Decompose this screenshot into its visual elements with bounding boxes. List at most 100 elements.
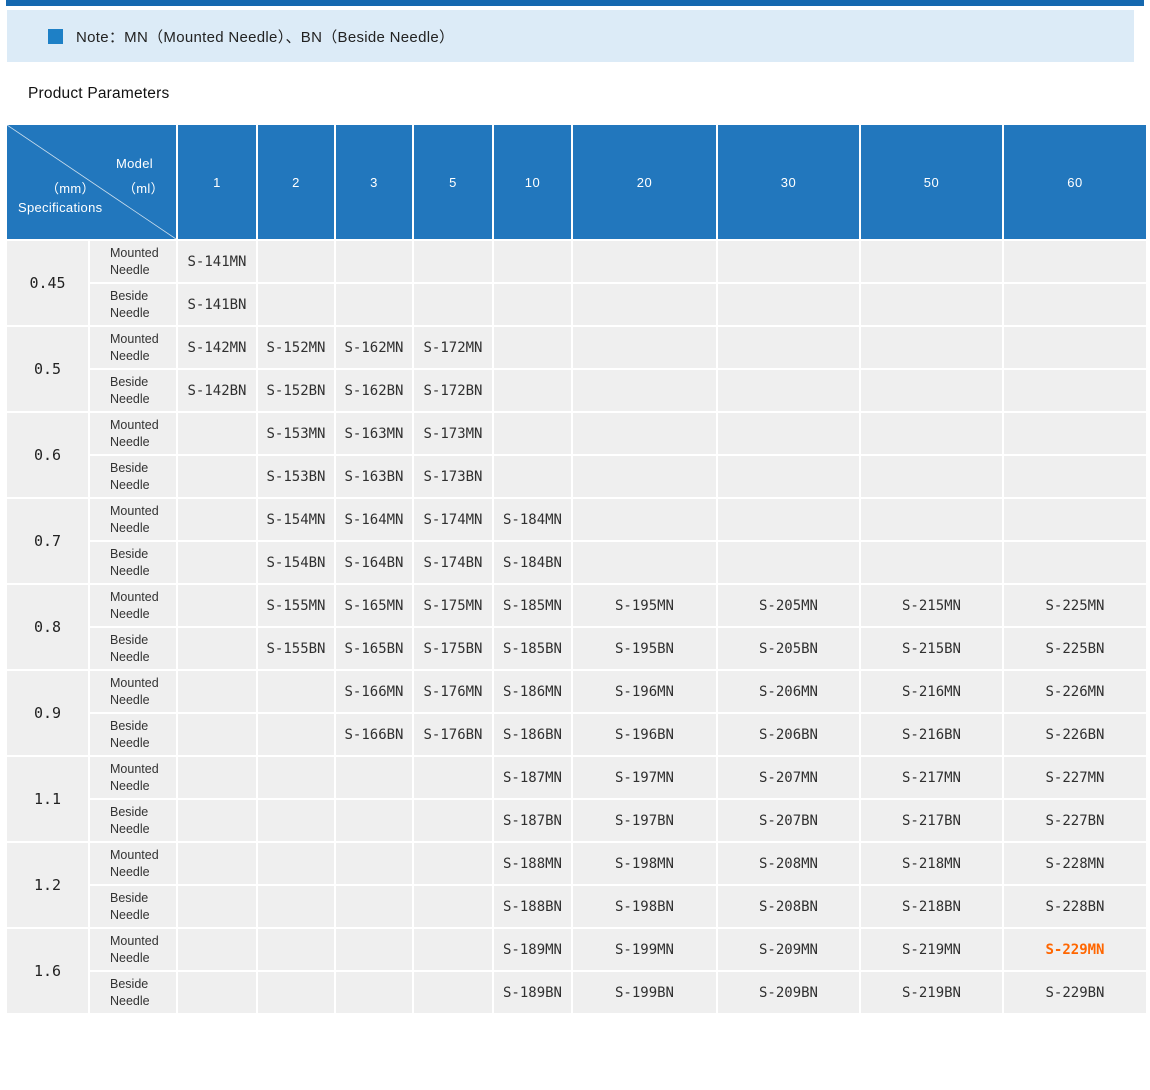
- empty-cell: [718, 413, 859, 454]
- column-header-50ml: 50: [861, 125, 1002, 239]
- empty-cell: [1004, 370, 1146, 411]
- empty-cell: [336, 886, 412, 927]
- model-cell: S-186BN: [494, 714, 571, 755]
- empty-cell: [178, 757, 256, 798]
- model-cell: S-207BN: [718, 800, 859, 841]
- empty-cell: [494, 370, 571, 411]
- needle-type-cell: Mounted Needle: [90, 241, 176, 282]
- model-cell: S-162MN: [336, 327, 412, 368]
- empty-cell: [718, 241, 859, 282]
- model-cell: S-205MN: [718, 585, 859, 626]
- empty-cell: [178, 628, 256, 669]
- empty-cell: [718, 370, 859, 411]
- model-cell: S-198BN: [573, 886, 716, 927]
- empty-cell: [178, 714, 256, 755]
- empty-cell: [861, 327, 1002, 368]
- empty-cell: [178, 886, 256, 927]
- spec-cell: 1.1: [7, 757, 88, 841]
- empty-cell: [1004, 413, 1146, 454]
- table-body: 0.45Mounted NeedleS-141MNBeside NeedleS-…: [7, 241, 1146, 1013]
- spec-cell: 1.6: [7, 929, 88, 1013]
- corner-spec-label: Specifications: [18, 200, 102, 215]
- model-cell: S-196BN: [573, 714, 716, 755]
- needle-type-cell: Beside Needle: [90, 370, 176, 411]
- table-row: Beside NeedleS-141BN: [7, 284, 1146, 325]
- empty-cell: [414, 929, 492, 970]
- empty-cell: [1004, 542, 1146, 583]
- model-cell: S-166BN: [336, 714, 412, 755]
- table-row: 0.7Mounted NeedleS-154MNS-164MNS-174MNS-…: [7, 499, 1146, 540]
- empty-cell: [494, 456, 571, 497]
- empty-cell: [414, 284, 492, 325]
- model-cell: S-225BN: [1004, 628, 1146, 669]
- model-cell: S-219BN: [861, 972, 1002, 1013]
- empty-cell: [861, 499, 1002, 540]
- empty-cell: [178, 542, 256, 583]
- spec-cell: 1.2: [7, 843, 88, 927]
- empty-cell: [336, 929, 412, 970]
- empty-cell: [573, 499, 716, 540]
- spec-cell: 0.7: [7, 499, 88, 583]
- model-cell: S-228BN: [1004, 886, 1146, 927]
- needle-type-cell: Beside Needle: [90, 886, 176, 927]
- model-cell: S-205BN: [718, 628, 859, 669]
- model-cell: S-207MN: [718, 757, 859, 798]
- model-cell: S-165MN: [336, 585, 412, 626]
- model-cell: S-163MN: [336, 413, 412, 454]
- model-cell: S-154BN: [258, 542, 334, 583]
- table-row: Beside NeedleS-142BNS-152BNS-162BNS-172B…: [7, 370, 1146, 411]
- model-cell: S-155MN: [258, 585, 334, 626]
- model-cell: S-172BN: [414, 370, 492, 411]
- empty-cell: [573, 413, 716, 454]
- model-cell: S-189MN: [494, 929, 571, 970]
- table-row: 1.1Mounted NeedleS-187MNS-197MNS-207MNS-…: [7, 757, 1146, 798]
- model-cell: S-185BN: [494, 628, 571, 669]
- empty-cell: [258, 886, 334, 927]
- needle-type-cell: Beside Needle: [90, 714, 176, 755]
- needle-type-cell: Mounted Needle: [90, 585, 176, 626]
- model-cell: S-142BN: [178, 370, 256, 411]
- empty-cell: [336, 800, 412, 841]
- table-row: 0.5Mounted NeedleS-142MNS-152MNS-162MNS-…: [7, 327, 1146, 368]
- empty-cell: [718, 284, 859, 325]
- empty-cell: [178, 972, 256, 1013]
- empty-cell: [178, 671, 256, 712]
- table-row: 1.2Mounted NeedleS-188MNS-198MNS-208MNS-…: [7, 843, 1146, 884]
- column-header-20ml: 20: [573, 125, 716, 239]
- table-row: 1.6Mounted NeedleS-189MNS-199MNS-209MNS-…: [7, 929, 1146, 970]
- empty-cell: [414, 241, 492, 282]
- needle-type-cell: Mounted Needle: [90, 843, 176, 884]
- table-row: 0.9Mounted NeedleS-166MNS-176MNS-186MNS-…: [7, 671, 1146, 712]
- model-cell: S-209BN: [718, 972, 859, 1013]
- table-row: 0.6Mounted NeedleS-153MNS-163MNS-173MN: [7, 413, 1146, 454]
- model-cell: S-195BN: [573, 628, 716, 669]
- empty-cell: [1004, 456, 1146, 497]
- spec-cell: 0.6: [7, 413, 88, 497]
- empty-cell: [178, 499, 256, 540]
- empty-cell: [178, 843, 256, 884]
- empty-cell: [414, 800, 492, 841]
- model-cell: S-164MN: [336, 499, 412, 540]
- empty-cell: [178, 800, 256, 841]
- model-cell: S-217BN: [861, 800, 1002, 841]
- model-cell: S-176BN: [414, 714, 492, 755]
- empty-cell: [336, 284, 412, 325]
- empty-cell: [414, 972, 492, 1013]
- corner-model-unit: （ml）: [123, 178, 164, 197]
- model-cell: S-216BN: [861, 714, 1002, 755]
- table-row: 0.45Mounted NeedleS-141MN: [7, 241, 1146, 282]
- corner-model-label: Model: [116, 156, 153, 171]
- model-cell: S-209MN: [718, 929, 859, 970]
- empty-cell: [718, 456, 859, 497]
- needle-type-cell: Mounted Needle: [90, 671, 176, 712]
- empty-cell: [178, 585, 256, 626]
- model-cell: S-219MN: [861, 929, 1002, 970]
- empty-cell: [573, 542, 716, 583]
- empty-cell: [178, 929, 256, 970]
- model-cell: S-166MN: [336, 671, 412, 712]
- empty-cell: [1004, 499, 1146, 540]
- model-cell: S-225MN: [1004, 585, 1146, 626]
- model-cell: S-198MN: [573, 843, 716, 884]
- model-cell: S-206MN: [718, 671, 859, 712]
- model-cell: S-186MN: [494, 671, 571, 712]
